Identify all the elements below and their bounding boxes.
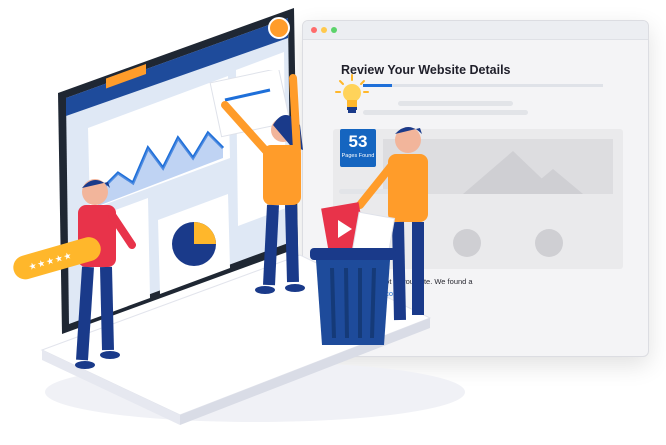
person-with-bin [310,127,428,345]
user-avatar-icon [268,17,290,39]
website-review-illustration: Review Your Website Details 53 Pages Fou… [0,0,666,445]
person-reviewing [209,70,305,294]
